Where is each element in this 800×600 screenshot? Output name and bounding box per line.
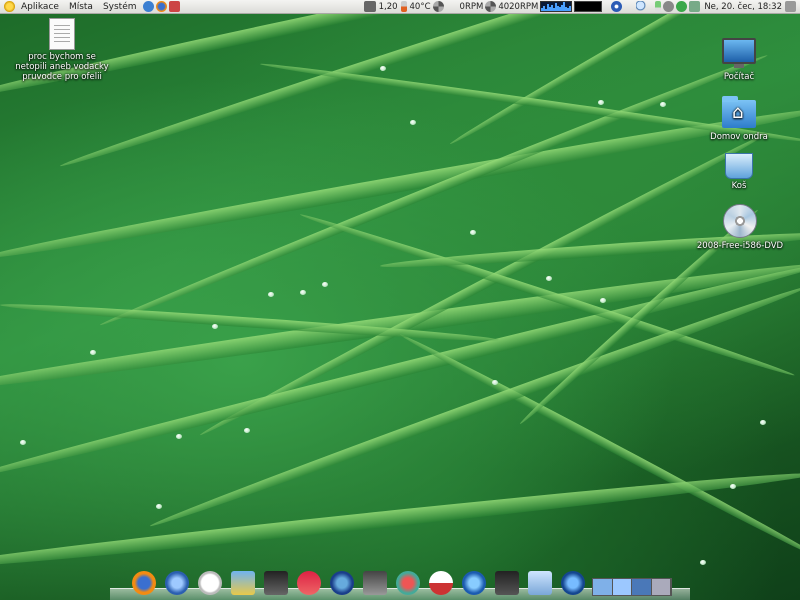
load-value: 1,20 [378,1,398,12]
trash-icon [725,153,753,179]
desktop-document[interactable]: proc bychom se netopili aneb vodacky pru… [14,18,110,82]
water-droplet [380,66,386,71]
trash-label: Koš [731,181,747,191]
clock[interactable]: Ne, 20. čec, 18:32 [704,2,782,12]
network-icon[interactable] [396,571,420,595]
desktop-trash[interactable]: Koš [704,153,774,191]
main-menu-star-icon[interactable] [4,1,15,12]
temperature-value: 40°C [409,1,431,12]
desktop-computer[interactable]: Počítač [704,38,774,82]
home-folder-icon [722,96,756,128]
computer-icon [722,38,756,68]
disk-icon[interactable] [528,571,552,595]
movie-icon[interactable] [264,571,288,595]
water-droplet [20,440,26,445]
temperature-icon [400,1,407,12]
battery-icon[interactable] [655,1,662,12]
water-droplet [492,380,498,385]
check-icon[interactable] [676,1,688,12]
web-globe-icon[interactable] [462,571,486,595]
system-monitor-icon[interactable] [495,571,519,595]
search-icon[interactable] [636,1,648,12]
water-droplet [300,290,306,295]
dvd-icon [723,204,757,238]
workspace-2[interactable] [612,579,632,595]
water-droplet [470,230,476,235]
network-manager-icon[interactable] [561,571,585,595]
system-monitors: 1,20 40°C 0RPM 4020RPM [363,0,624,14]
water-droplet [90,350,96,355]
computer-label: Počítač [723,72,755,82]
water-droplet [600,298,606,303]
water-droplet [546,276,552,281]
water-droplet [212,324,218,329]
menu-system[interactable]: Systém [98,0,142,14]
workspace-4[interactable] [651,579,671,595]
top-panel: Aplikace Místa Systém 1,20 40°C 0RPM 402… [0,0,800,14]
fan-icon [432,1,444,12]
water-droplet [700,560,706,565]
google-earth-icon[interactable] [330,571,354,595]
email-launcher-icon[interactable] [168,1,180,12]
cpu-graph[interactable] [540,1,573,12]
power-icon[interactable] [611,1,623,12]
water-droplet [156,504,162,509]
home-folder-icon[interactable] [429,571,453,595]
fan2-value: 4020RPM [498,1,539,12]
load-icon [363,1,376,12]
workspace-switcher[interactable] [592,578,672,596]
presentation-icon[interactable] [297,571,321,595]
menu-aplikace[interactable]: Aplikace [16,0,64,14]
document-icon [49,18,75,50]
disc-label: 2008-Free-i586-DVD [696,241,784,251]
firefox-launcher-icon[interactable] [155,1,167,12]
workspace-3[interactable] [632,579,652,595]
cpu-graph-bar [569,6,572,11]
workspace-1[interactable] [593,579,613,595]
water-droplet [244,428,250,433]
water-droplet [322,282,328,287]
network-icon[interactable] [689,1,701,12]
terminal-icon[interactable] [363,571,387,595]
water-droplet [760,420,766,425]
volume-icon[interactable] [785,1,796,12]
network-graph[interactable] [574,1,603,12]
water-droplet [410,120,416,125]
water-droplet [268,292,274,297]
image-viewer-icon[interactable] [231,571,255,595]
water-droplet [730,484,736,489]
dock [110,566,690,600]
water-droplet [598,100,604,105]
desktop-home[interactable]: Domov ondra [698,96,780,142]
menu-mista[interactable]: Místa [64,0,98,14]
help-icon[interactable] [142,1,154,12]
fan-icon [485,1,497,12]
water-droplet [660,102,666,107]
thunderbird-icon[interactable] [165,571,189,595]
water-droplet [176,434,182,439]
update-icon[interactable] [663,1,675,12]
desktop-disc[interactable]: 2008-Free-i586-DVD [690,204,790,251]
clock-icon[interactable] [198,571,222,595]
document-label: proc bychom se netopili aneb vodacky pru… [15,52,109,82]
grass-blade [0,465,800,576]
firefox-icon[interactable] [132,571,156,595]
wallpaper [0,0,800,600]
home-label: Domov ondra [710,132,768,142]
fan1-value: 0RPM [459,1,484,12]
